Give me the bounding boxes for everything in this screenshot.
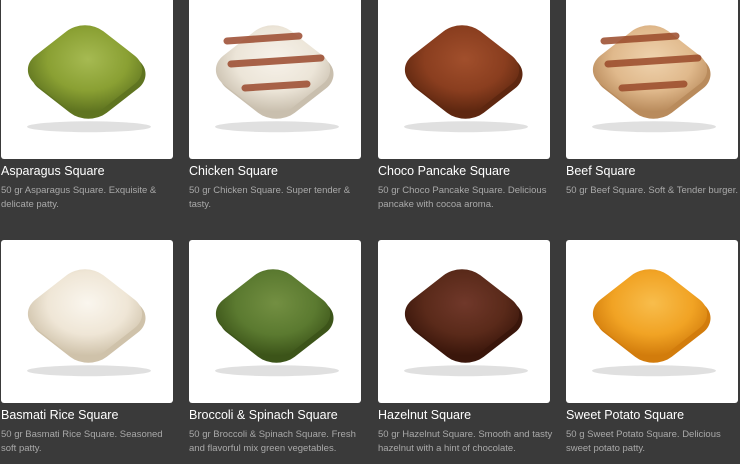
product-description: 50 gr Basmati Rice Square. Seasoned soft…	[1, 429, 163, 454]
grill-mark	[241, 80, 311, 92]
product-title[interactable]: Choco Pancake Square	[378, 164, 552, 180]
product-card[interactable]: Basmati Rice Square 50 gr Basmati Rice S…	[1, 240, 175, 456]
product-description: 50 gr Asparagus Square. Exquisite & deli…	[1, 185, 157, 210]
product-description: 50 gr Hazelnut Square. Smooth and tasty …	[378, 429, 553, 454]
product-title[interactable]: Basmati Rice Square	[1, 408, 175, 424]
product-description: 50 g Sweet Potato Square. Delicious swee…	[566, 429, 721, 454]
product-card[interactable]: Hazelnut Square 50 gr Hazelnut Square. S…	[378, 240, 552, 456]
product-card[interactable]: Choco Pancake Square 50 gr Choco Pancake…	[378, 0, 552, 212]
product-card[interactable]: Asparagus Square 50 gr Asparagus Square.…	[1, 0, 175, 212]
product-image[interactable]	[566, 0, 738, 159]
product-image[interactable]	[189, 0, 361, 159]
product-card[interactable]: Sweet Potato Square 50 g Sweet Potato Sq…	[566, 240, 740, 456]
product-card[interactable]: Beef Square 50 gr Beef Square. Soft & Te…	[566, 0, 740, 198]
product-title[interactable]: Hazelnut Square	[378, 408, 552, 424]
grill-mark	[618, 80, 688, 92]
product-card[interactable]: Broccoli & Spinach Square 50 gr Broccoli…	[189, 240, 363, 456]
product-description: 50 gr Chicken Square. Super tender & tas…	[189, 185, 351, 210]
product-title[interactable]: Asparagus Square	[1, 164, 175, 180]
product-image[interactable]	[378, 240, 550, 403]
product-description: 50 gr Choco Pancake Square. Delicious pa…	[378, 185, 547, 210]
product-title[interactable]: Beef Square	[566, 164, 740, 180]
product-image[interactable]	[1, 0, 173, 159]
product-grid: Asparagus Square 50 gr Asparagus Square.…	[0, 0, 740, 464]
product-image[interactable]	[1, 240, 173, 403]
product-image[interactable]	[566, 240, 738, 403]
grill-mark	[223, 32, 303, 45]
product-card[interactable]: Chicken Square 50 gr Chicken Square. Sup…	[189, 0, 363, 212]
product-image[interactable]	[378, 0, 550, 159]
product-title[interactable]: Chicken Square	[189, 164, 363, 180]
product-title[interactable]: Broccoli & Spinach Square	[189, 408, 363, 424]
product-image[interactable]	[189, 240, 361, 403]
product-description: 50 gr Broccoli & Spinach Square. Fresh a…	[189, 429, 356, 454]
grill-mark	[600, 32, 680, 45]
product-title[interactable]: Sweet Potato Square	[566, 408, 740, 424]
product-description: 50 gr Beef Square. Soft & Tender burger.	[566, 185, 738, 196]
